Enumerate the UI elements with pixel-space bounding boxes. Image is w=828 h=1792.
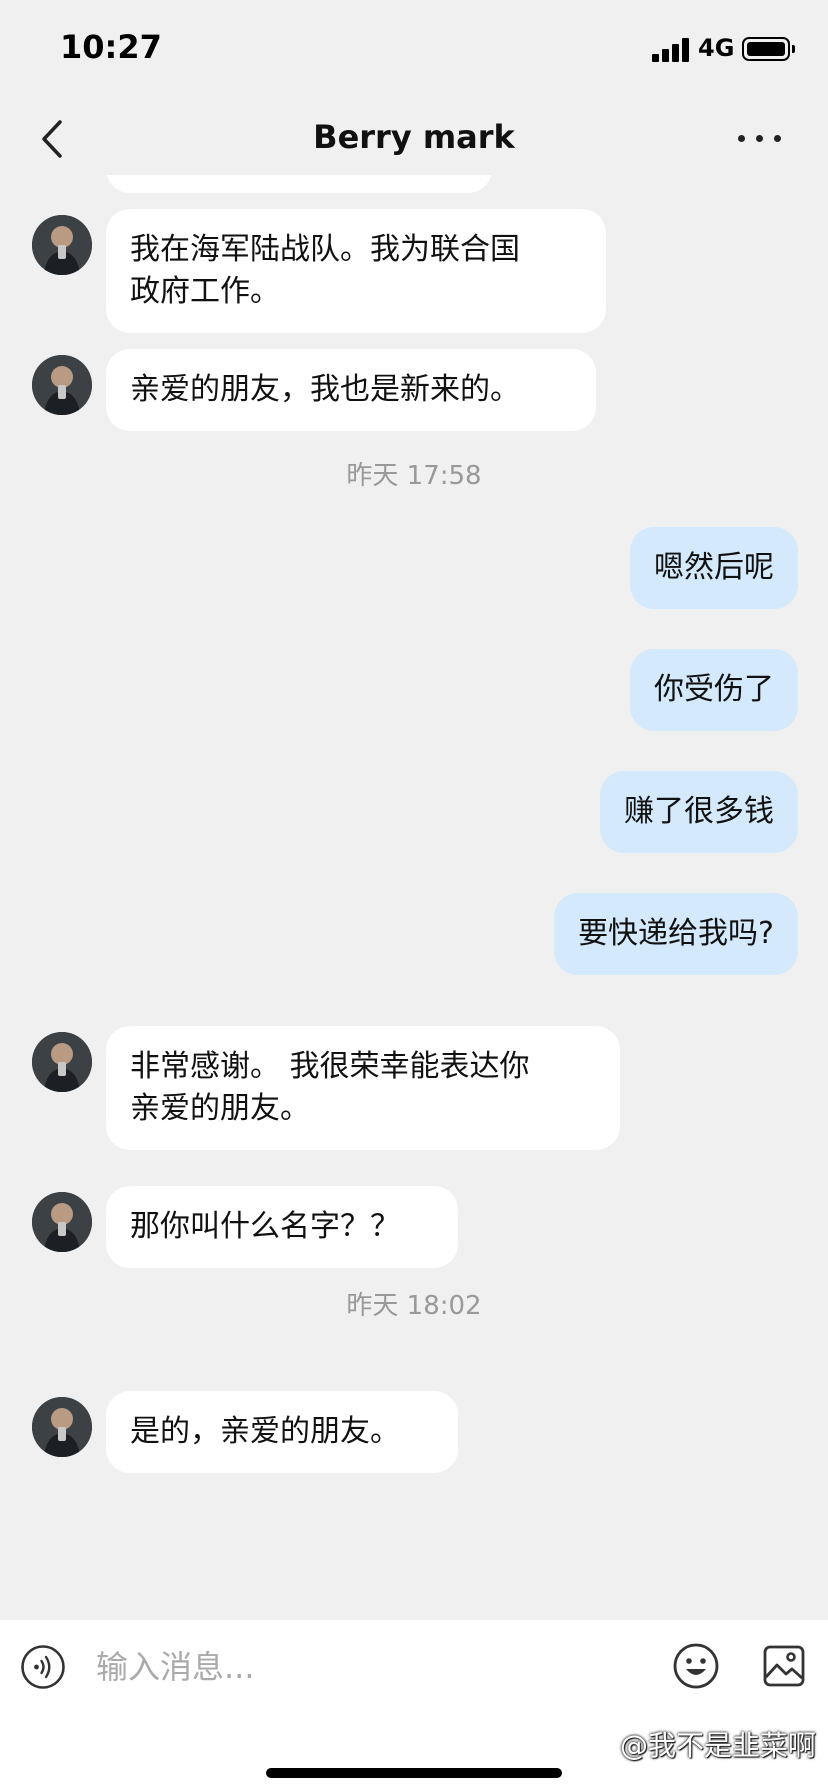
avatar[interactable] (32, 215, 92, 275)
message-bubble[interactable]: 我在海军陆战队。我为联合国 政府工作。 (106, 209, 606, 333)
voice-icon (21, 1645, 65, 1689)
avatar[interactable] (32, 355, 92, 415)
message-text: 要快递给我吗? (578, 916, 774, 951)
chat-header: Berry mark (0, 100, 828, 180)
message-bubble[interactable]: 赚了很多钱 (600, 771, 798, 853)
message-bubble[interactable]: 非常感谢。 我很荣幸能表达你 亲爱的朋友。 (106, 1026, 620, 1150)
message-bubble[interactable]: 那你叫什么名字？？ (106, 1186, 458, 1268)
home-indicator[interactable] (266, 1768, 562, 1778)
message-text: 嗯然后呢 (654, 550, 774, 585)
watermark: @我不是韭菜啊 (619, 1729, 816, 1762)
message-list[interactable]: 我在海军陆战队。我为联合国 政府工作。 亲爱的朋友，我也是新来的。 昨天 17:… (0, 175, 828, 1620)
timestamp: 昨天 17:58 (346, 461, 482, 491)
message-text: 你受伤了 (654, 672, 774, 707)
message-text: 亲爱的朋友，我也是新来的。 (130, 372, 520, 407)
message-text: 亲爱的朋友。 (130, 1091, 310, 1126)
timestamp: 昨天 18:02 (346, 1291, 482, 1321)
voice-button[interactable] (20, 1644, 66, 1690)
input-bar: @我不是韭菜啊 (0, 1620, 828, 1792)
message-text: 那你叫什么名字？？ (130, 1209, 400, 1244)
image-icon (763, 1645, 805, 1687)
network-type: 4G (698, 34, 735, 62)
avatar[interactable] (32, 1032, 92, 1092)
message-input[interactable] (96, 1642, 636, 1692)
message-text: 我在海军陆战队。我为联合国 (130, 232, 520, 267)
avatar[interactable] (32, 1192, 92, 1252)
message-text: 政府工作。 (130, 274, 280, 309)
message-bubble[interactable]: 是的，亲爱的朋友。 (106, 1391, 458, 1473)
battery-tip (792, 45, 795, 53)
message-text: 是的，亲爱的朋友。 (130, 1414, 400, 1449)
image-button[interactable] (762, 1644, 806, 1688)
more-button[interactable] (738, 118, 788, 158)
message-bubble[interactable]: 要快递给我吗? (554, 893, 798, 975)
emoji-icon (673, 1643, 719, 1689)
status-bar: 10:27 4G (0, 0, 828, 100)
message-bubble[interactable]: 你受伤了 (630, 649, 798, 731)
signal-bars-icon (652, 38, 692, 62)
message-bubble[interactable]: 嗯然后呢 (630, 527, 798, 609)
message-text: 赚了很多钱 (624, 794, 774, 829)
message-bubble-partial (106, 175, 492, 193)
status-time: 10:27 (60, 28, 162, 66)
avatar[interactable] (32, 1397, 92, 1457)
message-bubble[interactable]: 亲爱的朋友，我也是新来的。 (106, 349, 596, 431)
emoji-button[interactable] (672, 1642, 720, 1690)
chat-title: Berry mark (313, 118, 515, 156)
message-text: 非常感谢。 我很荣幸能表达你 (130, 1049, 530, 1084)
battery-full-icon (742, 37, 790, 61)
